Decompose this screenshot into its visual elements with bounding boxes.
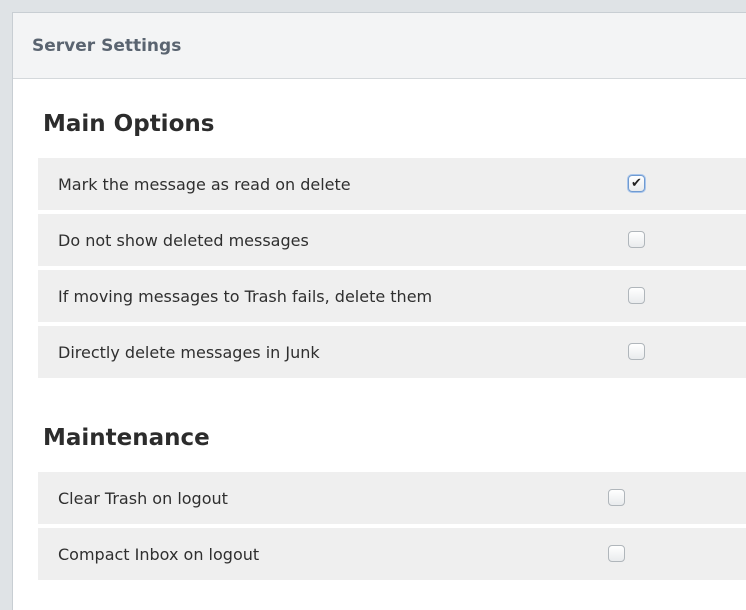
option-label: Do not show deleted messages [58,230,309,250]
main-options-list: Mark the message as read on delete ✔ Do … [38,158,746,382]
maintenance-list: Clear Trash on logout Compact Inbox on l… [38,472,746,584]
option-row-clear-trash: Clear Trash on logout [38,472,746,524]
section-title-main-options: Main Options [43,111,215,137]
server-settings-panel: Server Settings Main Options Mark the me… [12,12,746,610]
option-row-delete-in-junk: Directly delete messages in Junk [38,326,746,378]
section-title-maintenance: Maintenance [43,425,210,451]
checkmark-icon: ✔ [631,176,642,191]
checkbox-hide-deleted[interactable] [628,231,645,248]
option-row-delete-if-trash-fails: If moving messages to Trash fails, delet… [38,270,746,322]
panel-title: Server Settings [32,35,182,56]
option-label: If moving messages to Trash fails, delet… [58,286,433,306]
checkbox-mark-read-on-delete[interactable]: ✔ [628,175,645,192]
checkbox-delete-if-trash-fails[interactable] [628,287,645,304]
panel-header: Server Settings [13,13,746,79]
option-row-compact-inbox: Compact Inbox on logout [38,528,746,580]
option-row-hide-deleted: Do not show deleted messages [38,214,746,266]
option-label: Mark the message as read on delete [58,174,351,194]
option-row-mark-read-on-delete: Mark the message as read on delete ✔ [38,158,746,210]
checkbox-compact-inbox[interactable] [608,545,625,562]
checkbox-delete-in-junk[interactable] [628,343,645,360]
checkbox-clear-trash[interactable] [608,489,625,506]
option-label: Directly delete messages in Junk [58,342,320,362]
option-label: Clear Trash on logout [58,488,228,508]
option-label: Compact Inbox on logout [58,544,260,564]
